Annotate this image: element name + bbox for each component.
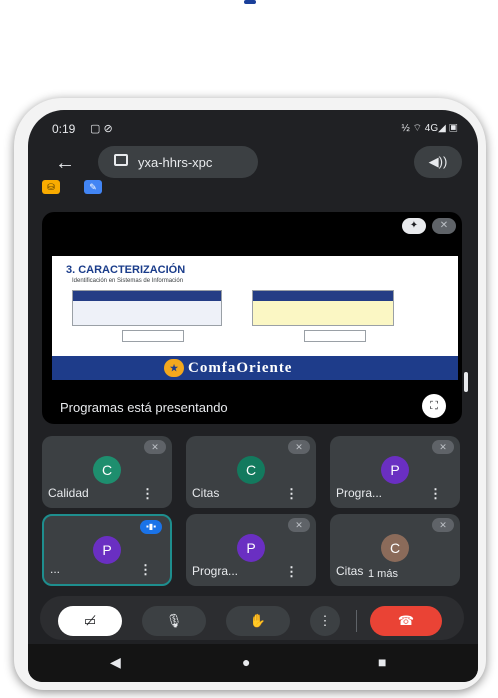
signal-battery-icons: ½ ⌔ 4G◢ ▣ [401,123,458,134]
shared-slide: 3. CARACTERIZACIÓN Identificación en Sis… [52,256,458,380]
more-options-icon[interactable]: ⋮ [429,486,442,502]
effects-icon[interactable]: ✎ [84,180,102,194]
participant-tile-speaking[interactable]: ▪▮▪ P ... ⋮ [42,514,172,586]
end-call-button[interactable]: ☎ [370,606,442,636]
brand-name: ComfaOriente [188,360,293,376]
participant-name: Citas [192,486,220,500]
more-options-icon[interactable]: ⋮ [285,564,298,580]
participant-tile[interactable]: ✕ C Calidad ⋮ [42,436,172,508]
calendar-icon [114,154,128,166]
participant-name: Progra... [336,486,383,500]
call-controls: ▭̸ 🎙 ✋ ⋮ ☎ [40,596,464,640]
avatar: P [93,536,121,564]
participant-tile[interactable]: ✕ C Citas ⋮ [186,436,316,508]
avatar: C [237,456,265,484]
brand-banner: ★ ComfaOriente [52,356,458,380]
slide-table-right [252,290,394,326]
nav-recents-icon[interactable]: ■ [378,654,386,670]
participant-tile[interactable]: ✕ P Progra... ⋮ [186,514,316,586]
status-bar: 0:19 ▢ ⊘ ½ ⌔ 4G◢ ▣ [28,110,478,146]
muted-mic-icon: ✕ [432,440,454,454]
captions-icon[interactable]: ⛁ [42,180,60,194]
more-options-icon[interactable]: ⋮ [285,486,298,502]
status-time: 0:19 [52,122,76,136]
divider [356,610,357,632]
muted-mic-icon: ✕ [288,518,310,532]
meeting-code: yxa-hhrs-xpc [138,155,213,170]
phone-screen: 0:19 ▢ ⊘ ½ ⌔ 4G◢ ▣ ← yxa-hhrs-xpc ◀)) ⛁ … [28,110,478,682]
participant-name: Calidad [48,486,89,500]
muted-mic-icon: ✕ [144,440,166,454]
avatar: C [93,456,121,484]
system-nav-bar: ◀ ● ■ [28,644,478,682]
raise-hand-button[interactable]: ✋ [226,606,290,636]
more-options-icon[interactable]: ⋮ [141,486,154,502]
slide-caption-left [122,330,184,342]
slide-caption-right [304,330,366,342]
muted-mic-icon: ✕ [432,518,454,532]
notification-icons: ▢ ⊘ [90,123,113,135]
avatar: C [381,534,409,562]
more-options-icon[interactable]: ⋮ [139,562,152,578]
avatar: P [237,534,265,562]
nav-back-icon[interactable]: ◀ [110,654,121,671]
fullscreen-icon[interactable]: ⛶ [422,394,446,418]
scroll-handle[interactable] [464,372,468,392]
pin-icon[interactable]: ✦ [402,218,426,234]
meeting-app-bar: ← yxa-hhrs-xpc ◀)) [28,146,478,184]
participant-tile[interactable]: ✕ C Citas 1 más [330,514,460,586]
participant-tile[interactable]: ✕ P Progra... ⋮ [330,436,460,508]
presenter-label: Programas está presentando [60,400,228,415]
slide-table-left [72,290,222,326]
slide-title: 3. CARACTERIZACIÓN [66,264,186,276]
slide-subtitle: Identificación en Sistemas de Informació… [72,278,184,284]
meeting-code-button[interactable]: yxa-hhrs-xpc [98,146,258,178]
brand-logo-icon: ★ [164,359,184,377]
participant-name: Citas [336,564,364,578]
top-accent-mark [244,0,256,4]
speaker-icon[interactable]: ◀)) [414,146,462,178]
nav-home-icon[interactable]: ● [242,654,250,670]
participant-name: ... [50,562,61,576]
microphone-button[interactable]: 🎙 [142,606,206,636]
camera-off-button[interactable]: ▭̸ [58,606,122,636]
participant-name: Progra... [192,564,239,578]
avatar: P [381,456,409,484]
muted-mic-icon: ✕ [432,218,456,234]
presentation-panel[interactable]: ✦ ✕ 3. CARACTERIZACIÓN Identificación en… [42,212,462,424]
more-participants-label[interactable]: 1 más [368,568,398,580]
more-options-button[interactable]: ⋮ [310,606,340,636]
back-arrow-icon[interactable]: ← [52,150,78,176]
muted-mic-icon: ✕ [288,440,310,454]
speaking-indicator-icon: ▪▮▪ [140,520,162,534]
